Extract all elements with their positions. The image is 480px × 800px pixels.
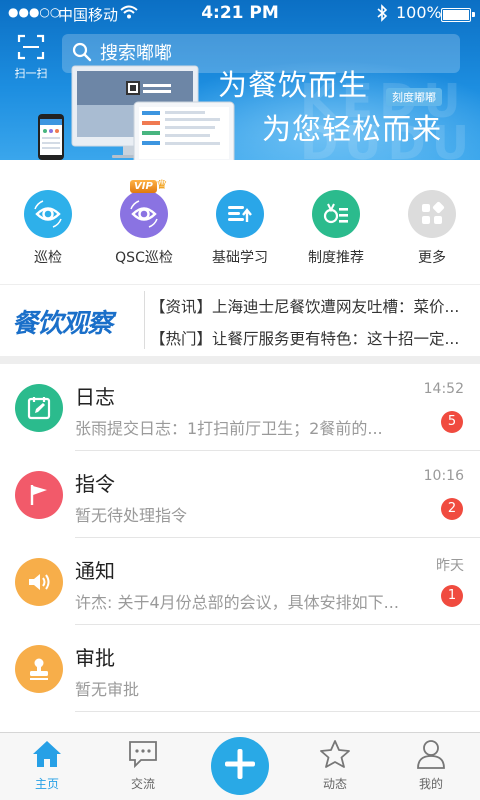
eye-scan-icon: VIP ♛ — [120, 178, 168, 238]
tab-label: 主页 — [34, 777, 59, 791]
quick-item-label: QSC巡检 — [115, 250, 173, 266]
message-preview: 暂无待处理指令 — [75, 506, 188, 525]
header-banner[interactable]: KEDU DUDU ●●●○○ 中国移动 4:21 PM 100% 扫一扫 搜索… — [0, 0, 480, 160]
tab-profile[interactable]: 我的 — [391, 739, 471, 792]
quick-item-more[interactable]: 更多 — [384, 190, 480, 267]
user-icon — [415, 740, 447, 773]
quick-menu: 巡检 VIP ♛ QSC巡检 基础学习 制度推荐 更多 — [0, 178, 480, 270]
news-item[interactable]: 【资讯】上海迪士尼餐饮遭网友吐槽：菜价... — [150, 295, 475, 317]
study-icon — [216, 190, 264, 238]
vip-badge: VIP — [130, 180, 157, 193]
slogan-line-1: 为餐饮而生 — [218, 68, 369, 102]
news-divider — [144, 291, 145, 349]
message-row-approval[interactable]: 审批 暂无审批 — [0, 625, 480, 712]
speaker-icon — [15, 558, 63, 606]
tab-bar: 主页 交流 动态 我的 — [0, 732, 480, 800]
grid-more-icon — [408, 190, 456, 238]
status-bar: ●●●○○ 中国移动 4:21 PM 100% — [0, 0, 480, 28]
tab-label: 我的 — [418, 777, 443, 791]
message-preview: 张雨提交日志：1打扫前厅卫生；2餐前的... — [75, 419, 383, 438]
message-title: 日志 — [75, 385, 115, 409]
star-icon — [319, 740, 351, 773]
bluetooth-icon — [376, 4, 388, 26]
unread-badge: 2 — [441, 498, 463, 520]
home-icon — [31, 741, 63, 773]
tab-feed[interactable]: 动态 — [295, 739, 375, 792]
scan-icon — [8, 34, 54, 64]
journal-edit-icon — [15, 384, 63, 432]
quick-item-label: 巡检 — [34, 250, 62, 266]
battery-percentage: 100% — [396, 3, 442, 22]
medal-list-icon — [312, 190, 360, 238]
crown-icon: ♛ — [156, 178, 168, 193]
message-preview: 暂无审批 — [75, 680, 140, 699]
news-ticker: 餐饮观察 【资讯】上海迪士尼餐饮遭网友吐槽：菜价... 【热门】让餐厅服务更有特… — [0, 284, 480, 354]
message-row-command[interactable]: 指令 暂无待处理指令 10:16 2 — [0, 451, 480, 538]
message-preview: 许杰: 关于4月份总部的会议，具体安排如下... — [75, 593, 399, 612]
chat-icon — [127, 741, 159, 773]
tab-label: 动态 — [322, 777, 347, 791]
quick-item-basic-learning[interactable]: 基础学习 — [192, 190, 288, 267]
add-button[interactable] — [211, 737, 269, 795]
quick-item-inspection[interactable]: 巡检 — [0, 190, 96, 267]
message-time: 14:52 — [423, 381, 464, 397]
devices-illustration — [38, 65, 235, 160]
quick-item-qsc-inspection[interactable]: VIP ♛ QSC巡检 — [96, 178, 192, 267]
stamp-icon — [15, 645, 63, 693]
battery-icon — [441, 8, 475, 22]
news-item[interactable]: 【热门】让餐厅服务更有特色：这十招一定... — [150, 327, 475, 349]
quick-item-label: 更多 — [418, 250, 446, 266]
message-row-journal[interactable]: 日志 张雨提交日志：1打扫前厅卫生；2餐前的... 14:52 5 — [0, 364, 480, 451]
quick-item-label: 基础学习 — [212, 250, 268, 266]
message-time: 10:16 — [423, 468, 464, 484]
message-row-notice[interactable]: 通知 许杰: 关于4月份总部的会议，具体安排如下... 昨天 1 — [0, 538, 480, 625]
unread-badge: 1 — [441, 585, 463, 607]
news-logo[interactable]: 餐饮观察 — [12, 303, 134, 339]
message-title: 通知 — [75, 559, 115, 583]
message-time: 昨天 — [436, 558, 464, 574]
row-divider — [75, 711, 480, 712]
quick-item-policy[interactable]: 制度推荐 — [288, 190, 384, 267]
eye-scan-icon — [24, 190, 72, 238]
flag-icon — [15, 471, 63, 519]
unread-badge: 5 — [441, 411, 463, 433]
quick-item-label: 制度推荐 — [308, 250, 364, 266]
message-title: 审批 — [75, 646, 115, 670]
tab-home[interactable]: 主页 — [7, 739, 87, 792]
section-divider — [0, 356, 480, 364]
message-title: 指令 — [75, 472, 115, 496]
tab-label: 交流 — [130, 777, 155, 791]
tab-chat[interactable]: 交流 — [103, 739, 183, 792]
search-input[interactable] — [100, 43, 420, 64]
plus-icon — [223, 747, 257, 785]
slogan-line-2: 为您轻松而来 — [262, 112, 443, 146]
brand-tag: 刻度嘟嘟 — [386, 88, 442, 106]
